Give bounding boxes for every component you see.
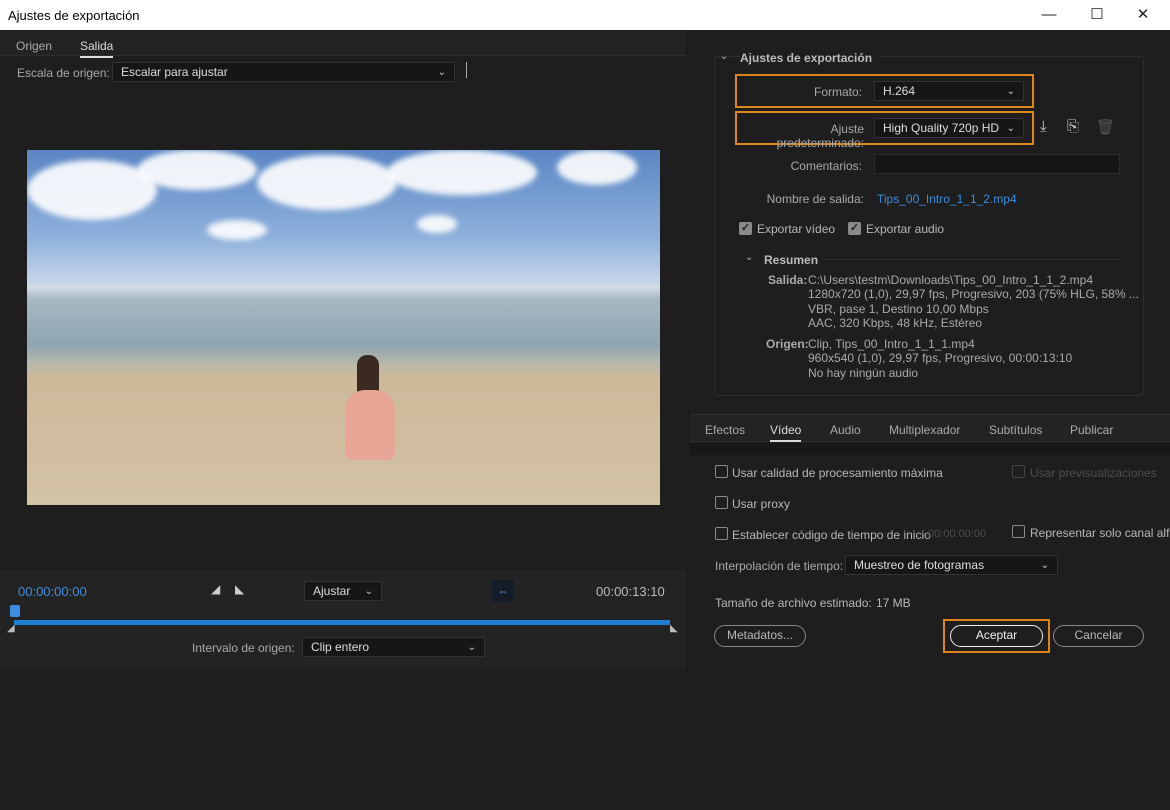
- tab-publicar[interactable]: Publicar: [1070, 423, 1113, 437]
- format-label: Formato:: [750, 85, 862, 99]
- range-value: Clip entero: [311, 640, 369, 654]
- tab-video[interactable]: Vídeo: [770, 423, 801, 442]
- metadata-button[interactable]: Metadatos...: [714, 625, 806, 647]
- person-hair: [357, 355, 379, 395]
- max-quality-checkbox[interactable]: [715, 465, 728, 478]
- chevron-down-icon[interactable]: ⌄: [745, 252, 753, 263]
- format-value: H.264: [883, 84, 915, 98]
- max-quality-label: Usar calidad de procesamiento máxima: [732, 466, 943, 480]
- summary-title: Resumen: [764, 253, 818, 267]
- summary-line: C:\Users\testm\Downloads\Tips_00_Intro_1…: [808, 273, 1139, 287]
- chevron-down-icon: ⌄: [1007, 119, 1015, 138]
- preset-label: Ajuste predeterminado:: [740, 122, 864, 150]
- settings-tabs: Efectos Vídeo Audio Multiplexador Subtít…: [690, 414, 1170, 442]
- start-timecode-label: Establecer código de tiempo de inicio: [732, 528, 931, 542]
- preset-dropdown[interactable]: High Quality 720p HD ⌄: [874, 118, 1024, 138]
- mark-in-icon[interactable]: ◢: [211, 582, 220, 596]
- accept-button[interactable]: Aceptar: [950, 625, 1043, 647]
- tab-efectos[interactable]: Efectos: [705, 423, 745, 437]
- import-preset-icon[interactable]: ⎘: [1067, 118, 1079, 135]
- close-button[interactable]: ✕: [1120, 0, 1166, 30]
- chevron-down-icon: ⌄: [468, 638, 476, 657]
- range-dropdown[interactable]: Clip entero ⌄: [302, 637, 485, 657]
- interpolation-dropdown[interactable]: Muestreo de fotogramas ⌄: [845, 555, 1058, 575]
- export-audio-checkbox[interactable]: ✓: [848, 222, 861, 235]
- start-timecode-checkbox[interactable]: [715, 527, 728, 540]
- file-size-value: 17 MB: [876, 596, 911, 610]
- chevron-down-icon: ⌄: [1041, 556, 1049, 575]
- tab-salida[interactable]: Salida: [80, 39, 113, 58]
- summary-output-label: Salida:: [768, 273, 807, 287]
- chevron-down-icon: ⌄: [438, 63, 446, 82]
- comments-label: Comentarios:: [750, 159, 862, 173]
- tab-multiplexador[interactable]: Multiplexador: [889, 423, 960, 437]
- settings-panel: ⌄ Ajustes de exportación Formato: H.264 ⌄…: [690, 30, 1170, 810]
- output-name-label: Nombre de salida:: [750, 192, 864, 206]
- alpha-only-checkbox[interactable]: [1012, 525, 1025, 538]
- minimize-button[interactable]: —: [1026, 0, 1072, 30]
- summary-source: Clip, Tips_00_Intro_1_1_1.mp4 960x540 (1…: [808, 337, 1072, 380]
- cancel-button[interactable]: Cancelar: [1053, 625, 1144, 647]
- zoom-value: Ajustar: [313, 584, 350, 598]
- chevron-down-icon: ⌄: [1007, 82, 1015, 101]
- summary-line: 960x540 (1,0), 29,97 fps, Progresivo, 00…: [808, 351, 1072, 365]
- summary-source-label: Origen:: [766, 337, 809, 351]
- file-size-label: Tamaño de archivo estimado:: [715, 596, 872, 610]
- timecode-start[interactable]: 00:00:00:00: [18, 584, 87, 599]
- range-label: Intervalo de origen:: [192, 641, 295, 655]
- playhead[interactable]: [10, 605, 20, 617]
- scale-dropdown[interactable]: Escalar para ajustar ⌄: [112, 62, 455, 82]
- scale-value: Escalar para ajustar: [121, 65, 228, 79]
- summary-line: 1280x720 (1,0), 29,97 fps, Progresivo, 2…: [808, 287, 1139, 301]
- summary-line: Clip, Tips_00_Intro_1_1_1.mp4: [808, 337, 1072, 351]
- alpha-only-label: Representar solo canal alfa: [1030, 526, 1170, 540]
- timeline-panel: 00:00:00:00 ◢ ◣ Ajustar ⌄ ⇔ 00:00:13:10 ◢…: [0, 570, 686, 668]
- timeline-range-bar[interactable]: [14, 620, 670, 625]
- preset-value: High Quality 720p HD: [883, 121, 999, 135]
- interpolation-label: Interpolación de tiempo:: [715, 559, 843, 573]
- format-dropdown[interactable]: H.264 ⌄: [874, 81, 1024, 101]
- save-preset-icon[interactable]: ⤓: [1040, 118, 1047, 135]
- summary-output: C:\Users\testm\Downloads\Tips_00_Intro_1…: [808, 273, 1139, 330]
- timecode-end: 00:00:13:10: [596, 584, 665, 599]
- chevron-down-icon[interactable]: ⌄: [720, 51, 728, 62]
- use-previews-checkbox[interactable]: [1012, 465, 1025, 478]
- tab-subtitulos[interactable]: Subtítulos: [989, 423, 1042, 437]
- start-timecode-value[interactable]: 00:00:00:00: [928, 528, 986, 540]
- title-bar: Ajustes de exportación — ☐ ✕: [0, 0, 1170, 30]
- comments-input[interactable]: [874, 154, 1120, 174]
- use-proxy-checkbox[interactable]: [715, 496, 728, 509]
- person-figure: [345, 390, 395, 460]
- section-title: Ajustes de exportación: [740, 51, 878, 65]
- use-previews-label: Usar previsualizaciones: [1030, 466, 1157, 480]
- tab-audio[interactable]: Audio: [830, 423, 861, 437]
- fit-icon[interactable]: ⇔: [492, 580, 514, 602]
- use-proxy-label: Usar proxy: [732, 497, 790, 511]
- summary-line: No hay ningún audio: [808, 366, 1072, 380]
- scale-label: Escala de origen:: [17, 66, 110, 80]
- export-video-checkbox[interactable]: ✓: [739, 222, 752, 235]
- out-point-handle[interactable]: ◣: [670, 623, 678, 634]
- summary-line: VBR, pase 1, Destino 10,00 Mbps: [808, 302, 1139, 316]
- zoom-dropdown[interactable]: Ajustar ⌄: [304, 581, 382, 601]
- delete-preset-icon[interactable]: 🗑: [1096, 118, 1115, 136]
- chevron-down-icon: ⌄: [365, 582, 373, 601]
- video-preview: [27, 150, 660, 505]
- in-point-handle[interactable]: ◢: [7, 623, 15, 634]
- export-video-label: Exportar vídeo: [757, 222, 835, 236]
- window-title: Ajustes de exportación: [8, 8, 140, 23]
- summary-line: AAC, 320 Kbps, 48 kHz, Estéreo: [808, 316, 1139, 330]
- tab-origen[interactable]: Origen: [16, 39, 52, 53]
- interpolation-value: Muestreo de fotogramas: [854, 558, 984, 572]
- maximize-button[interactable]: ☐: [1074, 0, 1120, 30]
- mark-out-icon[interactable]: ◣: [235, 582, 244, 596]
- export-audio-label: Exportar audio: [866, 222, 944, 236]
- output-name-link[interactable]: Tips_00_Intro_1_1_2.mp4: [877, 192, 1017, 206]
